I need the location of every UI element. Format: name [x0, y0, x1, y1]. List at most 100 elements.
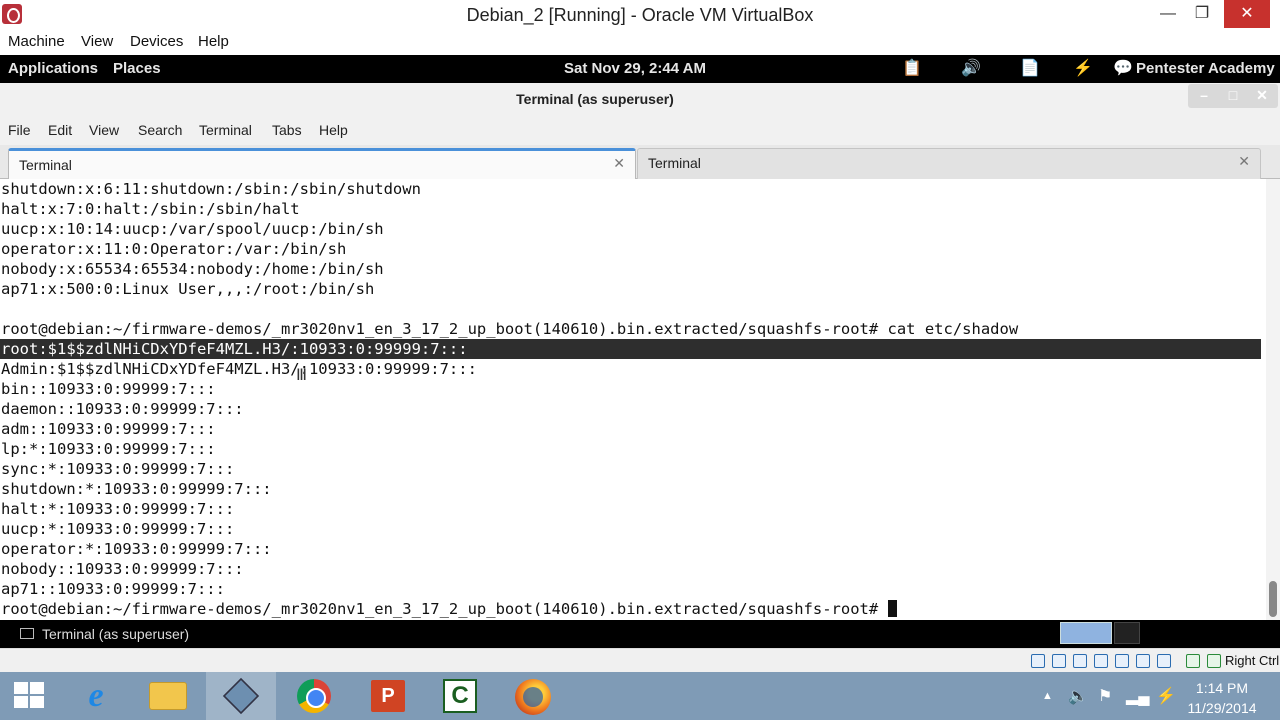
terminal-tabbar: Terminal ✕ Terminal ✕ [0, 145, 1280, 179]
terminal-window-title: Terminal (as superuser) [516, 91, 674, 107]
gnome-bottom-panel: Terminal (as superuser) [0, 620, 1280, 648]
terminal-line: shutdown:x:6:11:shutdown:/sbin:/sbin/shu… [1, 180, 421, 198]
system-clock[interactable]: 1:14 PM 11/29/2014 [1170, 678, 1274, 718]
menu-machine[interactable]: Machine [8, 33, 65, 50]
taskbar-chrome[interactable] [279, 672, 349, 720]
tab-label: Terminal [648, 155, 701, 171]
vbox-menubar: Machine View Devices Help [0, 30, 1280, 55]
terminal-line: ap71::10933:0:99999:7::: [1, 580, 225, 598]
taskbar-explorer[interactable] [133, 672, 203, 720]
terminal-line: halt:*:10933:0:99999:7::: [1, 500, 235, 518]
terminal-line: bin::10933:0:99999:7::: [1, 380, 216, 398]
host-key-label: Right Ctrl [1225, 653, 1280, 668]
terminal-line: sync:*:10933:0:99999:7::: [1, 460, 235, 478]
terminal-close-icon[interactable]: ✕ [1248, 87, 1276, 104]
chat-icon[interactable]: 💬 [1112, 58, 1134, 80]
text-cursor-icon: Ⅲ [296, 365, 308, 384]
user-menu[interactable]: Pentester Academy [1136, 60, 1275, 77]
wifi-signal-icon[interactable]: ▂▄ [1126, 686, 1150, 706]
menu-view-terminal[interactable]: View [89, 122, 119, 138]
terminal-line: operator:x:11:0:Operator:/var:/bin/sh [1, 240, 347, 258]
terminal-line: root@debian:~/firmware-demos/_mr3020nv1_… [1, 320, 1019, 338]
terminal-line: Admin:$1$$zdlNHiCDxYDfeF4MZL.H3/:10933:0… [1, 360, 477, 378]
keyboard-capture-icon[interactable] [1207, 654, 1221, 668]
terminal-output[interactable]: shutdown:x:6:11:shutdown:/sbin:/sbin/shu… [0, 179, 1266, 620]
terminal-line: ap71:x:500:0:Linux User,,,:/root:/bin/sh [1, 280, 375, 298]
workspace-2[interactable] [1114, 622, 1140, 644]
tab-close-icon[interactable]: ✕ [1238, 153, 1250, 170]
network-adapter-icon[interactable] [1094, 654, 1108, 668]
shared-folder-icon[interactable] [1136, 654, 1150, 668]
scrollbar-thumb[interactable] [1269, 581, 1277, 617]
menu-edit[interactable]: Edit [48, 122, 72, 138]
menu-tabs[interactable]: Tabs [272, 122, 302, 138]
clock-date: 11/29/2014 [1187, 700, 1257, 716]
terminal-line: adm::10933:0:99999:7::: [1, 420, 216, 438]
show-hidden-icons-icon[interactable]: ▲ [1042, 690, 1053, 702]
windows-logo-icon [14, 682, 46, 710]
restore-button[interactable]: ❐ [1180, 0, 1224, 28]
optical-drive-icon[interactable] [1052, 654, 1066, 668]
windows-taskbar: e P C ▲ 🔈 ⚑ ▂▄ ⚡ 1:14 PM 11/29/2014 [0, 672, 1280, 720]
taskbar-camtasia[interactable]: C [425, 672, 495, 720]
panel-clock[interactable]: Sat Nov 29, 2:44 AM [564, 60, 706, 77]
terminal-line: nobody::10933:0:99999:7::: [1, 560, 244, 578]
close-button[interactable]: ✕ [1224, 0, 1270, 28]
menu-devices[interactable]: Devices [130, 33, 183, 50]
usb-icon[interactable] [1115, 654, 1129, 668]
firefox-icon [515, 679, 551, 715]
window-title: Debian_2 [Running] - Oracle VM VirtualBo… [466, 5, 814, 25]
task-label: Terminal (as superuser) [42, 626, 190, 642]
taskbar-virtualbox[interactable] [206, 672, 276, 720]
applications-menu[interactable]: Applications [8, 60, 98, 77]
audio-icon[interactable] [1073, 654, 1087, 668]
capture-icon[interactable] [1157, 654, 1171, 668]
terminal-icon [20, 628, 34, 639]
taskbar-terminal-window[interactable]: Terminal (as superuser) [12, 622, 212, 646]
terminal-titlebar: Terminal (as superuser) [0, 83, 1280, 115]
tab-label: Terminal [19, 157, 72, 173]
action-center-flag-icon[interactable]: ⚑ [1098, 686, 1112, 706]
terminal-minimize-icon[interactable]: – [1190, 87, 1218, 103]
menu-file[interactable]: File [8, 122, 31, 138]
menu-search[interactable]: Search [138, 122, 182, 138]
menu-help-terminal[interactable]: Help [319, 122, 348, 138]
network-icon[interactable]: ⚡ [1072, 58, 1094, 80]
places-menu[interactable]: Places [113, 60, 161, 77]
menu-view[interactable]: View [81, 33, 113, 50]
terminal-line: uucp:*:10933:0:99999:7::: [1, 520, 235, 538]
clipboard-icon[interactable]: 📋 [901, 58, 923, 80]
terminal-menubar: File Edit View Search Terminal Tabs Help [0, 115, 1280, 145]
terminal-maximize-icon[interactable]: □ [1219, 87, 1247, 103]
terminal-line: uucp:x:10:14:uucp:/var/spool/uucp:/bin/s… [1, 220, 384, 238]
terminal-line: daemon::10933:0:99999:7::: [1, 400, 244, 418]
file-explorer-icon [149, 682, 187, 710]
notes-icon[interactable]: 📄 [1019, 58, 1041, 80]
volume-tray-icon[interactable]: 🔈 [1068, 686, 1088, 706]
terminal-line: lp:*:10933:0:99999:7::: [1, 440, 216, 458]
terminal-line-selected: root:$1$$zdlNHiCDxYDfeF4MZL.H3/:10933:0:… [0, 339, 1261, 359]
clock-time: 1:14 PM [1195, 680, 1249, 696]
terminal-scrollbar[interactable] [1266, 179, 1280, 620]
terminal-line: halt:x:7:0:halt:/sbin:/sbin/halt [1, 200, 300, 218]
volume-icon[interactable]: 🔊 [960, 58, 982, 80]
camtasia-icon: C [443, 679, 477, 713]
workspace-1[interactable] [1060, 622, 1112, 644]
taskbar-firefox[interactable] [498, 672, 568, 720]
taskbar-powerpoint[interactable]: P [352, 672, 422, 720]
mouse-integration-icon[interactable] [1186, 654, 1200, 668]
hdd-icon[interactable] [1031, 654, 1045, 668]
tab-terminal-2[interactable]: Terminal ✕ [637, 148, 1261, 179]
terminal-line: shutdown:*:10933:0:99999:7::: [1, 480, 272, 498]
menu-terminal[interactable]: Terminal [199, 122, 252, 138]
chrome-icon [297, 679, 331, 713]
terminal-line: root@debian:~/firmware-demos/_mr3020nv1_… [1, 599, 897, 619]
start-button[interactable] [0, 672, 60, 720]
terminal-line: nobody:x:65534:65534:nobody:/home:/bin/s… [1, 260, 384, 278]
tab-close-icon[interactable]: ✕ [613, 155, 625, 172]
taskbar-ie[interactable]: e [60, 672, 130, 720]
vbox-titlebar: Debian_2 [Running] - Oracle VM VirtualBo… [0, 0, 1280, 30]
tab-terminal-1[interactable]: Terminal ✕ [8, 148, 636, 179]
gnome-top-panel: Applications Places Sat Nov 29, 2:44 AM … [0, 55, 1280, 83]
menu-help[interactable]: Help [198, 33, 229, 50]
